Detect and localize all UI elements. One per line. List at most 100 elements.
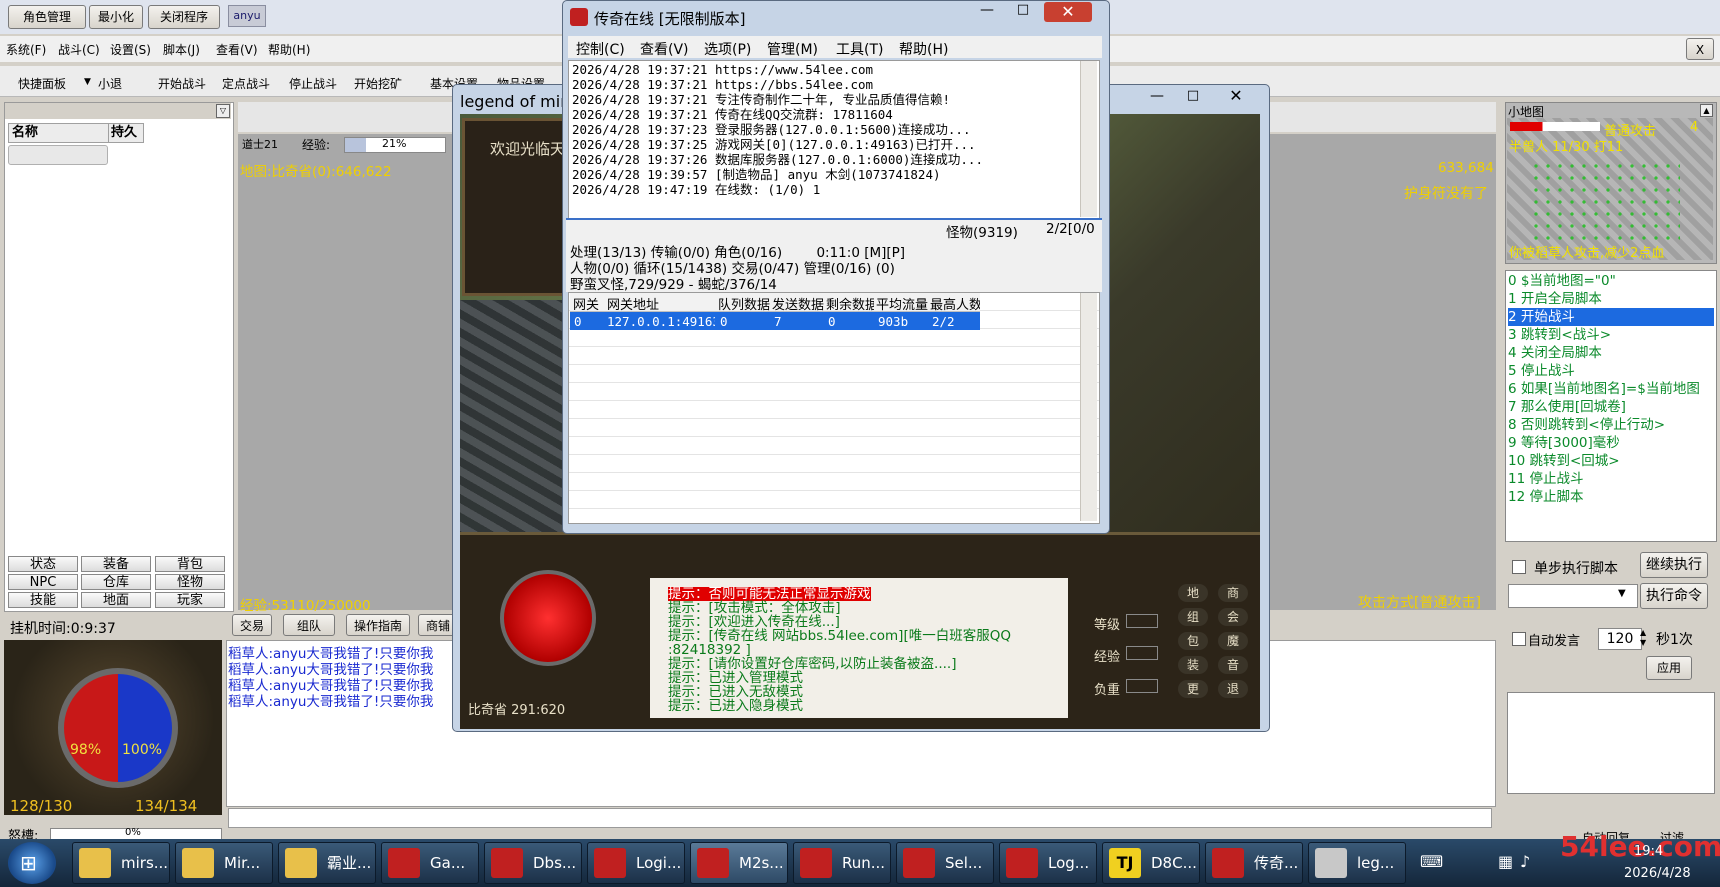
hud-more-button[interactable]: 更 — [1178, 680, 1208, 698]
gateway-col-header[interactable]: 网关地址 — [607, 294, 659, 313]
log-scrollbar[interactable] — [1080, 61, 1097, 217]
taskbar-item-app-active[interactable]: M2s... — [690, 842, 788, 884]
menu-script[interactable]: 脚本(J) — [163, 41, 200, 58]
close-x-button[interactable]: X — [1686, 38, 1714, 60]
collapse-icon[interactable]: ▽ — [216, 104, 230, 118]
menu-battle[interactable]: 战斗(C) — [58, 41, 100, 58]
menu-view[interactable]: 查看(V) — [216, 41, 258, 58]
tab-trade[interactable]: 交易 — [232, 614, 272, 636]
auto-speak-text[interactable] — [1507, 692, 1715, 794]
server-menu-control[interactable]: 控制(C) — [576, 39, 625, 59]
player-button[interactable]: 玩家 — [155, 592, 225, 608]
script-line[interactable]: 8 否则跳转到<停止行动> — [1508, 416, 1714, 434]
toolbar-quick-panel[interactable]: 快捷面板 — [18, 75, 66, 92]
execute-command-button[interactable]: 执行命令 — [1640, 583, 1708, 609]
keyboard-icon[interactable]: ⌨ — [1420, 852, 1443, 871]
hud-exit-button[interactable]: 退 — [1218, 680, 1248, 698]
toolbar-start-mining[interactable]: 开始挖矿 — [354, 75, 402, 92]
toolbar-start-battle[interactable]: 开始战斗 — [158, 75, 206, 92]
toolbar-fixed-battle[interactable]: 定点战斗 — [222, 75, 270, 92]
chevron-down-icon[interactable]: ▼ — [1618, 588, 1626, 599]
role-manage-button[interactable]: 角色管理 — [8, 5, 86, 29]
tab-team[interactable]: 组队 — [283, 614, 335, 636]
close-icon[interactable]: ✕ — [1218, 86, 1254, 105]
taskbar-item-game[interactable]: leg... — [1308, 842, 1406, 884]
apply-button[interactable]: 应用 — [1646, 656, 1692, 680]
gateway-col-header[interactable]: 平均流量 — [876, 294, 928, 313]
skill-button[interactable]: 技能 — [8, 592, 78, 608]
gateway-col-header[interactable]: 最高人数 — [930, 294, 980, 313]
script-line[interactable]: 6 如果[当前地图名]=$当前地图 — [1508, 380, 1714, 398]
script-line[interactable]: 4 关闭全局脚本 — [1508, 344, 1714, 362]
dropdown-arrow-icon[interactable]: ▼ — [84, 77, 91, 87]
hud-ground-button[interactable]: 地 — [1178, 584, 1208, 602]
toolbar-logout[interactable]: 小退 — [98, 75, 122, 92]
script-line[interactable]: 0 $当前地图="0" — [1508, 272, 1714, 290]
tab-guide[interactable]: 操作指南 — [346, 614, 410, 636]
gateway-col-header[interactable]: 剩余数据 — [826, 294, 874, 313]
script-line[interactable]: 9 等待[3000]毫秒 — [1508, 434, 1714, 452]
taskbar-item-app[interactable]: Ga... — [381, 842, 479, 884]
list-item[interactable] — [8, 145, 108, 165]
ground-button[interactable]: 地面 — [81, 592, 151, 608]
collapse-icon[interactable]: ▲ — [1700, 104, 1713, 117]
gateway-col-header[interactable]: 发送数据 — [772, 294, 824, 313]
server-menu-manage[interactable]: 管理(M) — [767, 39, 818, 59]
hud-shop-button[interactable]: 商 — [1218, 584, 1248, 602]
interval-input[interactable]: 120 — [1598, 628, 1642, 650]
toolbar-stop-battle[interactable]: 停止战斗 — [289, 75, 337, 92]
auto-speak-checkbox[interactable] — [1512, 632, 1526, 646]
taskbar-item-app[interactable]: TJ D8C... — [1102, 842, 1200, 884]
server-menu-view[interactable]: 查看(V) — [640, 39, 689, 59]
script-line[interactable]: 5 停止战斗 — [1508, 362, 1714, 380]
server-menu-tools[interactable]: 工具(T) — [836, 39, 883, 59]
col-header-durability[interactable]: 持久 — [108, 123, 144, 143]
maximize-icon[interactable]: □ — [1008, 2, 1038, 22]
monster-button[interactable]: 怪物 — [155, 574, 225, 590]
taskbar-item-app[interactable]: Dbs... — [484, 842, 582, 884]
network-icon[interactable]: ▦ — [1498, 852, 1513, 871]
taskbar-item-app[interactable]: Log... — [999, 842, 1097, 884]
hud-equip-button[interactable]: 装 — [1178, 656, 1208, 674]
table-scrollbar[interactable] — [1080, 293, 1097, 521]
hud-bag-button[interactable]: 包 — [1178, 632, 1208, 650]
script-line-selected[interactable]: 2 开始战斗 — [1508, 308, 1714, 326]
taskbar-item-app[interactable]: 传奇... — [1205, 842, 1303, 884]
col-header-name[interactable]: 名称 — [8, 123, 111, 143]
menu-settings[interactable]: 设置(S) — [110, 41, 151, 58]
equip-button[interactable]: 装备 — [81, 556, 151, 572]
hud-guild-button[interactable]: 会 — [1218, 608, 1248, 626]
taskbar-item-app[interactable]: Run... — [793, 842, 891, 884]
hud-group-button[interactable]: 组 — [1178, 608, 1208, 626]
taskbar-item-folder[interactable]: mirs... — [72, 842, 170, 884]
script-line[interactable]: 7 那么使用[回城卷] — [1508, 398, 1714, 416]
menu-system[interactable]: 系统(F) — [6, 41, 46, 58]
script-line[interactable]: 3 跳转到<战斗> — [1508, 326, 1714, 344]
server-menu-options[interactable]: 选项(P) — [704, 39, 751, 59]
menu-help[interactable]: 帮助(H) — [268, 41, 310, 58]
npc-button[interactable]: NPC — [8, 574, 78, 590]
single-step-checkbox[interactable] — [1512, 560, 1526, 574]
close-program-button[interactable]: 关闭程序 — [148, 5, 220, 29]
gateway-col-header[interactable]: 网关 — [573, 294, 599, 313]
taskbar-item-app[interactable]: Logi... — [587, 842, 685, 884]
minimize-icon[interactable]: — — [972, 2, 1002, 22]
minimize-icon[interactable]: — — [1142, 88, 1172, 106]
taskbar-item-app[interactable]: Sel... — [896, 842, 994, 884]
bag-button[interactable]: 背包 — [155, 556, 225, 572]
script-line[interactable]: 12 停止脚本 — [1508, 488, 1714, 506]
server-menu-help[interactable]: 帮助(H) — [899, 39, 948, 59]
minimize-button[interactable]: 最小化 — [89, 5, 143, 29]
hud-sound-button[interactable]: 音 — [1218, 656, 1248, 674]
warehouse-button[interactable]: 仓库 — [81, 574, 151, 590]
volume-icon[interactable]: ♪ — [1520, 852, 1530, 871]
maximize-icon[interactable]: □ — [1178, 88, 1208, 106]
taskbar-item-folder[interactable]: Mir... — [175, 842, 273, 884]
hud-magic-button[interactable]: 魔 — [1218, 632, 1248, 650]
script-line[interactable]: 10 跳转到<回城> — [1508, 452, 1714, 470]
taskbar-item-folder[interactable]: 霸业... — [278, 842, 376, 884]
gateway-col-header[interactable]: 队列数据 — [718, 294, 770, 313]
spinner-icon[interactable]: ▲ ▼ — [1640, 628, 1646, 648]
script-line[interactable]: 1 开启全局脚本 — [1508, 290, 1714, 308]
script-line[interactable]: 11 停止战斗 — [1508, 470, 1714, 488]
